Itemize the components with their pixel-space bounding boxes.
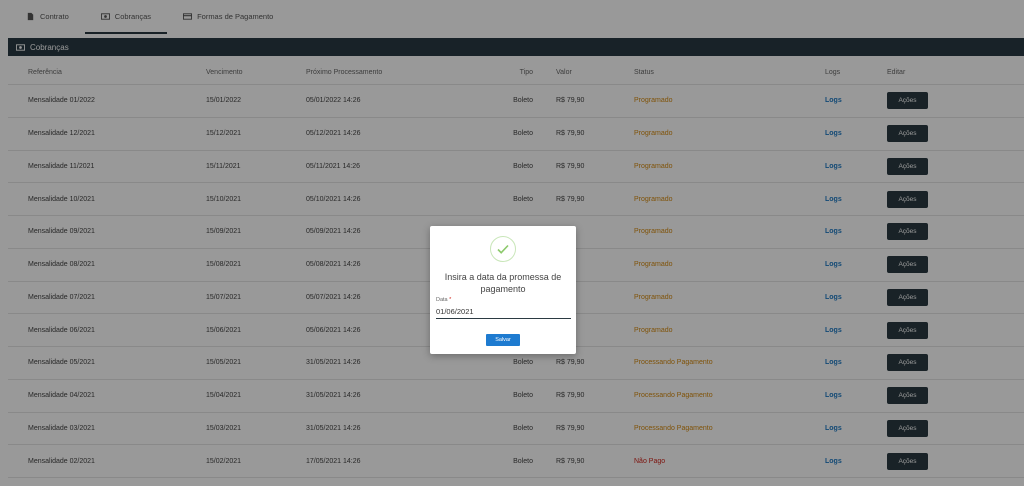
save-button[interactable]: Salvar bbox=[486, 334, 520, 346]
dialog-title: Insira a data da promessa de pagamento bbox=[444, 272, 562, 294]
promise-date-dialog: Insira a data da promessa de pagamento D… bbox=[430, 226, 576, 354]
required-mark: * bbox=[449, 297, 452, 303]
date-input[interactable] bbox=[436, 305, 571, 319]
date-field-label: Data * bbox=[436, 297, 451, 303]
check-circle-icon bbox=[490, 236, 516, 262]
date-label-text: Data bbox=[436, 297, 448, 303]
